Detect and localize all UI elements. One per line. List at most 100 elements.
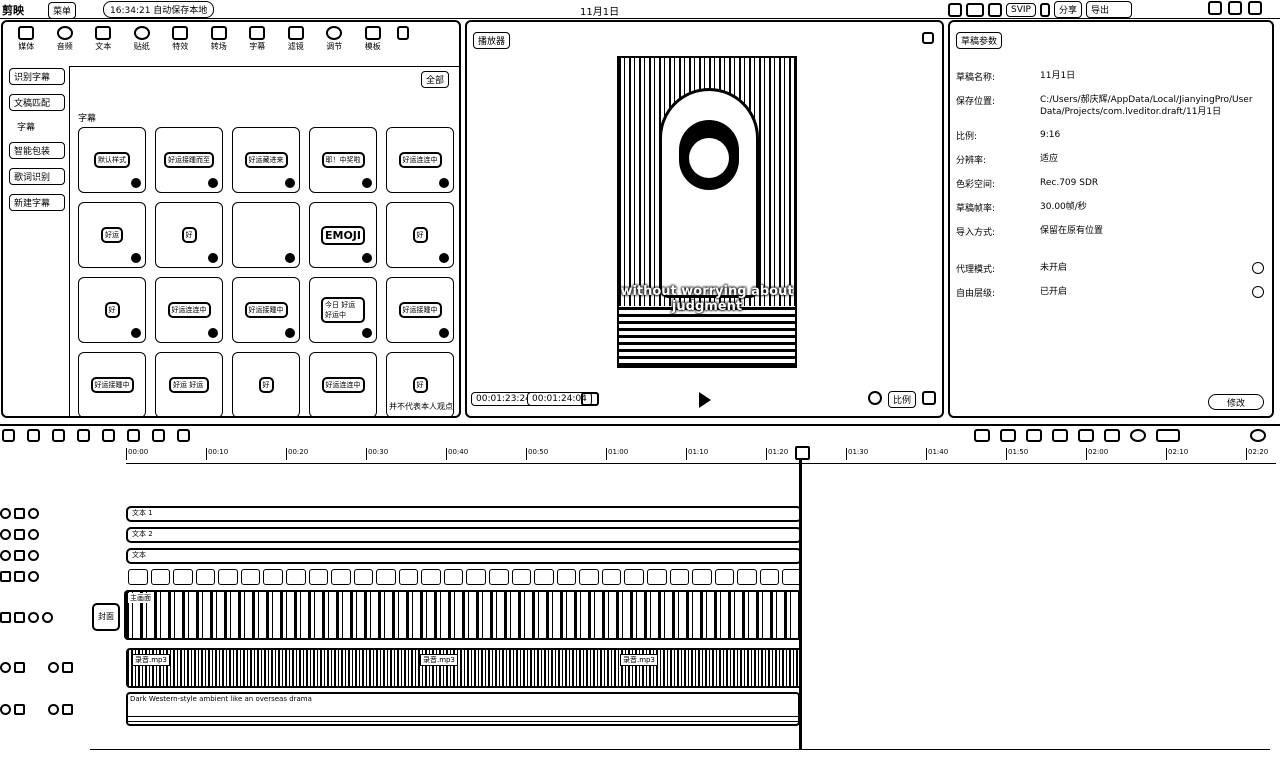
lock-icon[interactable] [14,612,25,623]
link-icon[interactable] [1052,429,1068,442]
text-track-2[interactable]: 文本 2 [126,527,802,543]
caption-clip[interactable] [398,569,419,585]
minimize-icon[interactable] [1208,1,1222,15]
eye-icon[interactable] [28,550,39,561]
tab-adjust[interactable]: 调节 [315,26,354,52]
download-icon[interactable] [362,328,372,338]
side-item-script-match[interactable]: 文稿匹配 [9,94,65,111]
caption-clip[interactable] [714,569,735,585]
maximize-icon[interactable] [1228,1,1242,15]
info-icon[interactable] [1252,262,1264,274]
caption-clip[interactable] [285,569,306,585]
volume-icon[interactable] [48,704,59,715]
caption-clip[interactable] [173,569,193,585]
ratio-button[interactable]: 比例 [887,391,916,408]
caption-tile[interactable]: 好运 好运 [155,352,223,416]
download-icon[interactable] [131,178,141,188]
main-track-icon[interactable] [1000,429,1016,442]
menu-icon[interactable] [922,32,934,44]
lock-icon[interactable] [14,550,25,561]
mute-icon[interactable] [62,704,73,715]
download-icon[interactable] [439,328,449,338]
lock-icon[interactable] [14,662,25,673]
play-icon[interactable] [699,392,711,408]
side-item-recognize[interactable]: 识别字幕 [9,68,65,85]
download-icon[interactable] [362,178,372,188]
caption-clip[interactable] [579,569,599,585]
caption-clip[interactable] [353,569,374,585]
caption-tile[interactable]: 好运接踵而至 [155,127,223,193]
select-cursor-icon[interactable] [2,429,15,442]
playhead[interactable] [795,446,810,749]
download-icon[interactable] [208,253,218,263]
eye-icon[interactable] [28,612,39,623]
side-item-smart-pack[interactable]: 智能包装 [9,142,65,159]
download-icon[interactable] [285,178,295,188]
caption-tile[interactable]: 默认样式 [78,127,146,193]
volume-icon[interactable] [42,612,53,623]
text-track-3[interactable]: 文本 [126,548,802,564]
shield-icon[interactable] [152,429,165,442]
split-icon[interactable] [52,429,65,442]
download-icon[interactable] [285,328,295,338]
caption-clip[interactable] [376,569,396,585]
side-item-caption[interactable]: 字幕 [9,120,65,133]
zoom-in-icon[interactable] [1250,429,1266,442]
caption-clip[interactable] [128,569,148,585]
edit-params-button[interactable]: 修改 [1208,394,1264,410]
caption-clip[interactable] [263,569,283,585]
eye-icon[interactable] [28,571,39,582]
caption-tile[interactable]: EMOJI [309,202,377,268]
tab-filter[interactable]: 滤镜 [277,26,316,52]
download-icon[interactable] [362,253,372,263]
caption-tile[interactable]: 好运 [78,202,146,268]
tab-audio[interactable]: 音频 [46,26,85,52]
download-icon[interactable] [439,178,449,188]
microphone-icon[interactable] [974,429,990,442]
caption-clip[interactable] [218,569,238,585]
caption-clip[interactable] [601,569,622,585]
split-left-icon[interactable] [77,429,90,442]
share-button[interactable]: 分享 [1053,1,1082,18]
caption-tile[interactable]: 好 [386,202,454,268]
side-item-new-caption[interactable]: 新建字幕 [9,194,65,211]
monitor-icon[interactable] [966,2,984,17]
caption-clip[interactable] [534,569,554,585]
zoom-icon[interactable] [867,391,882,405]
lock-icon[interactable] [14,704,25,715]
tab-template[interactable]: 模板 [354,26,393,52]
caption-clip[interactable] [240,569,261,585]
caption-tile[interactable]: 好 [78,277,146,343]
snap-icon[interactable] [1026,429,1042,442]
info-icon[interactable] [1252,286,1264,298]
tab-text[interactable]: 文本 [84,26,123,52]
caption-tile[interactable]: 好 [155,202,223,268]
caption-clip[interactable] [646,569,667,585]
caption-clip[interactable] [692,569,712,585]
filter-all-button[interactable]: 全部 [420,71,449,88]
timeline-scrollbar[interactable] [90,749,1270,752]
caption-clip[interactable] [759,569,780,585]
download-icon[interactable] [131,253,141,263]
undo-icon[interactable] [27,429,40,442]
time-ruler[interactable]: 00:00 00:10 00:20 00:30 00:40 00:50 01:00 01:10… [126,446,1276,464]
download-icon[interactable] [208,328,218,338]
audio-track[interactable]: 录音.mp3 录音.mp3 录音.mp3 [126,648,802,688]
cover-button[interactable]: 封面 [92,603,120,631]
export-button[interactable]: 导出 [1085,1,1132,18]
caption-tile[interactable]: 耶！中奖啦 [309,127,377,193]
video-track[interactable]: 主画面 [124,590,802,640]
delete-icon[interactable] [127,429,140,442]
eye-icon[interactable] [28,508,39,519]
caption-clip[interactable] [150,569,171,585]
layout-icon[interactable] [948,2,962,17]
caption-clip[interactable] [556,569,577,585]
caption-edit-icon[interactable] [177,429,190,442]
caption-clip[interactable] [421,569,441,585]
mute-icon[interactable] [62,662,73,673]
download-icon[interactable] [131,328,141,338]
lock-icon[interactable] [14,508,25,519]
download-icon[interactable] [285,253,295,263]
lock-icon[interactable] [14,529,25,540]
preview-axis-icon[interactable] [1078,429,1094,442]
